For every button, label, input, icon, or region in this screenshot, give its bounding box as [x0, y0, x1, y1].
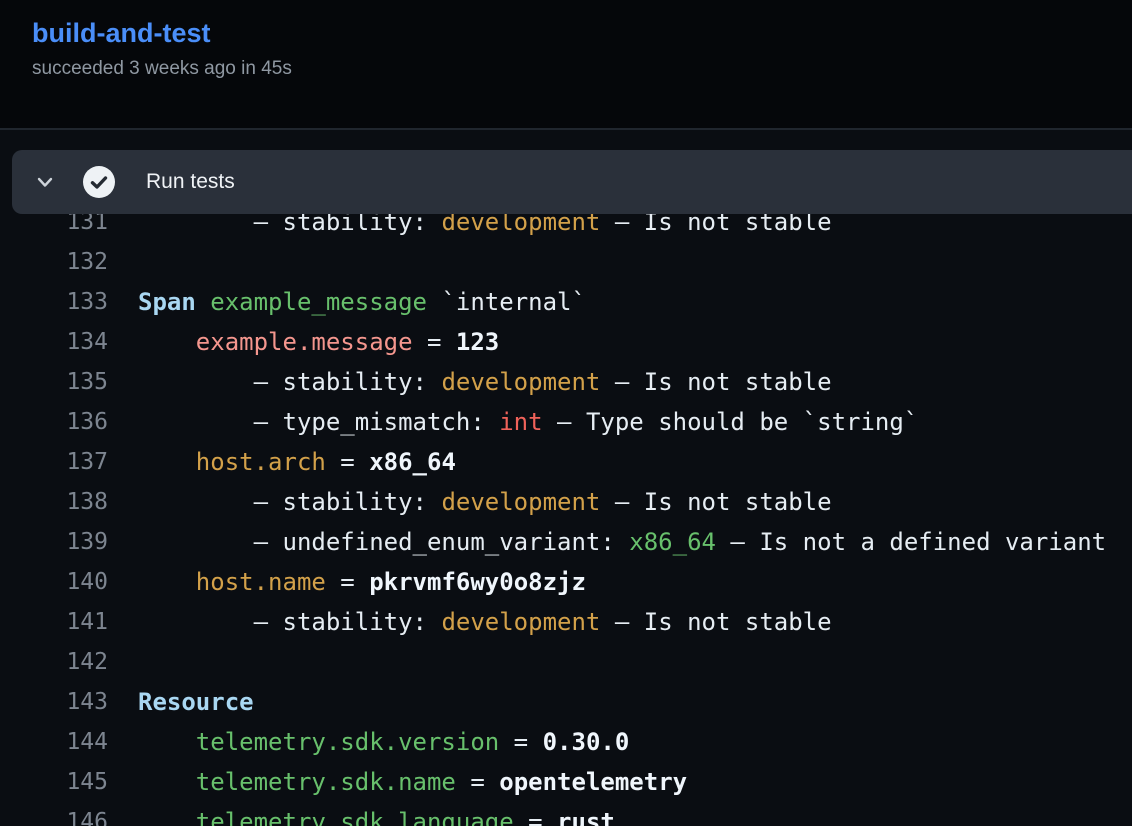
line-number[interactable]: 143 [0, 689, 108, 715]
log-pane: 131 – stability: development – Is not st… [0, 130, 1132, 826]
line-content: – stability: development – Is not stable [108, 368, 832, 396]
line-number[interactable]: 141 [0, 609, 108, 635]
chevron-down-icon[interactable] [35, 172, 55, 192]
log-line: 139 – undefined_enum_variant: x86_64 – I… [0, 522, 1132, 562]
line-number[interactable]: 132 [0, 249, 108, 275]
line-content: – stability: development – Is not stable [108, 608, 832, 636]
log-line: 134 example.message = 123 [0, 322, 1132, 362]
job-header: build-and-test succeeded 3 weeks ago in … [32, 16, 292, 81]
line-content: – stability: development – Is not stable [108, 488, 832, 516]
line-content: host.arch = x86_64 [108, 448, 456, 476]
line-content: example.message = 123 [108, 328, 499, 356]
log-line: 144 telemetry.sdk.version = 0.30.0 [0, 722, 1132, 762]
line-number[interactable]: 134 [0, 329, 108, 355]
line-content: host.name = pkrvmf6wy0o8zjz [108, 568, 586, 596]
line-content: telemetry.sdk.name = opentelemetry [108, 768, 687, 796]
log-line: 133Span example_message `internal` [0, 282, 1132, 322]
line-number[interactable]: 135 [0, 369, 108, 395]
line-content: Span example_message `internal` [108, 288, 586, 316]
log-line: 138 – stability: development – Is not st… [0, 482, 1132, 522]
line-content: – type_mismatch: int – Type should be `s… [108, 408, 918, 436]
line-number[interactable]: 140 [0, 569, 108, 595]
line-number[interactable]: 138 [0, 489, 108, 515]
job-status-summary: succeeded 3 weeks ago in 45s [32, 57, 292, 81]
check-circle-icon [83, 166, 115, 198]
line-number[interactable]: 133 [0, 289, 108, 315]
job-name-link[interactable]: build-and-test [32, 16, 210, 50]
line-number[interactable]: 145 [0, 769, 108, 795]
line-content: telemetry.sdk.language = rust [108, 808, 615, 826]
log-line: 135 – stability: development – Is not st… [0, 362, 1132, 402]
line-content: telemetry.sdk.version = 0.30.0 [108, 728, 629, 756]
log-line: 140 host.name = pkrvmf6wy0o8zjz [0, 562, 1132, 602]
step-header-run-tests[interactable]: Run tests [12, 150, 1132, 214]
line-content: – undefined_enum_variant: x86_64 – Is no… [108, 528, 1106, 556]
log-line: 146 telemetry.sdk.language = rust [0, 802, 1132, 826]
log-line: 145 telemetry.sdk.name = opentelemetry [0, 762, 1132, 802]
log-line: 141 – stability: development – Is not st… [0, 602, 1132, 642]
log-line: 137 host.arch = x86_64 [0, 442, 1132, 482]
line-number[interactable]: 136 [0, 409, 108, 435]
log-line: 143Resource [0, 682, 1132, 722]
line-content: Resource [108, 688, 254, 716]
line-number[interactable]: 146 [0, 809, 108, 826]
log-lines: 131 – stability: development – Is not st… [0, 202, 1132, 826]
log-line: 132 [0, 242, 1132, 282]
log-line: 136 – type_mismatch: int – Type should b… [0, 402, 1132, 442]
step-name: Run tests [146, 170, 235, 194]
log-line: 142 [0, 642, 1132, 682]
line-number[interactable]: 139 [0, 529, 108, 555]
line-number[interactable]: 142 [0, 649, 108, 675]
line-number[interactable]: 137 [0, 449, 108, 475]
line-number[interactable]: 144 [0, 729, 108, 755]
